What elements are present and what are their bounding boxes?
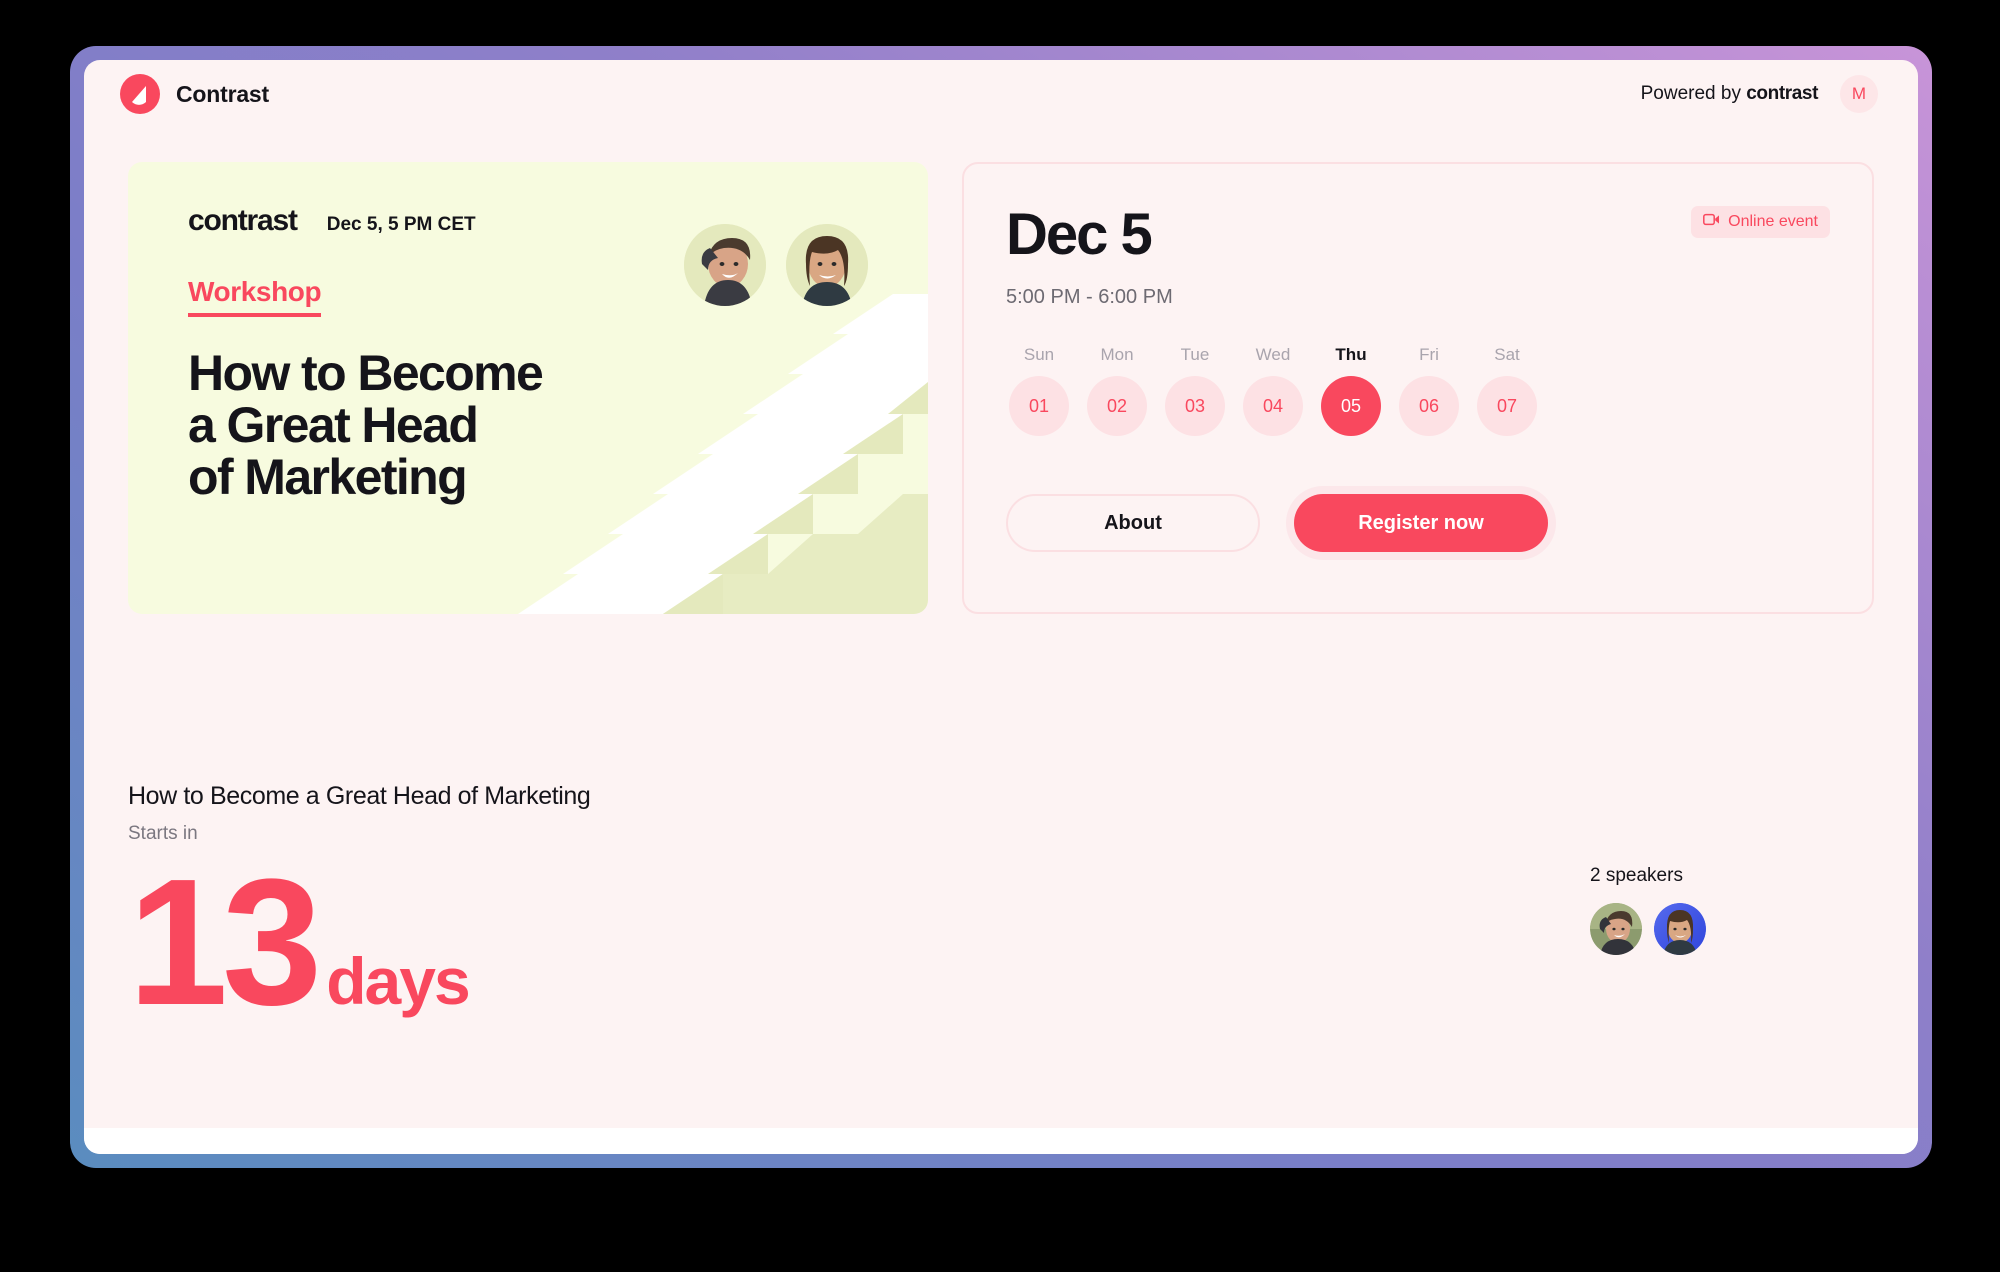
bottom-strip — [84, 1128, 1918, 1154]
status-badge-label: Online event — [1728, 213, 1818, 230]
day-cell-wed[interactable]: Wed 04 — [1240, 345, 1306, 436]
day-number[interactable]: 03 — [1165, 376, 1225, 436]
video-camera-icon — [1703, 213, 1720, 231]
speakers-count-label: 2 speakers — [1590, 865, 1683, 886]
day-number[interactable]: 06 — [1399, 376, 1459, 436]
speakers-block: 2 speakers — [1590, 865, 1706, 955]
powered-by-prefix: Powered by — [1640, 83, 1741, 104]
powered-by: Powered by contrast — [1640, 83, 1819, 105]
day-number[interactable]: 01 — [1009, 376, 1069, 436]
promo-title: How to Become a Great Head of Marketing — [188, 345, 544, 505]
promo-category-tag: Workshop — [188, 276, 322, 317]
brand-block[interactable]: Contrast — [120, 74, 269, 114]
speaker-avatar-2[interactable] — [1654, 903, 1706, 955]
starts-in-label: Starts in — [128, 823, 198, 844]
status-badge: Online event — [1691, 206, 1830, 238]
day-name: Sun — [1023, 345, 1055, 364]
contrast-droplet-icon — [120, 74, 160, 114]
page-viewport: Contrast Powered by contrast M contrast … — [84, 60, 1918, 1154]
day-cell-sun[interactable]: Sun 01 — [1006, 345, 1072, 436]
about-button[interactable]: About — [1006, 494, 1260, 552]
day-picker[interactable]: Sun 01 Mon 02 Tue 03 Wed 04 Thu 05 Fri 0… — [1006, 345, 1830, 436]
powered-by-brand: contrast — [1746, 83, 1818, 104]
day-name: Wed — [1255, 345, 1291, 364]
countdown-section: How to Become a Great Head of Marketing … — [84, 614, 1918, 1033]
card-actions: About Register now — [1006, 486, 1830, 560]
event-detail-card: Dec 5 5:00 PM - 6:00 PM Online event Sun — [962, 162, 1874, 614]
user-avatar[interactable]: M — [1840, 75, 1878, 113]
day-cell-sat[interactable]: Sat 07 — [1474, 345, 1540, 436]
day-number[interactable]: 07 — [1477, 376, 1537, 436]
top-bar-right: Powered by contrast M — [1641, 75, 1878, 113]
day-name: Sat — [1494, 345, 1520, 364]
promo-logo-text: contrast — [188, 204, 298, 237]
event-time: 5:00 PM - 6:00 PM — [1006, 286, 1173, 308]
countdown-value: 13 — [128, 842, 322, 1043]
event-date: Dec 5 — [1006, 202, 1153, 267]
brand-name: Contrast — [176, 80, 269, 107]
register-button-halo: Register now — [1286, 486, 1556, 560]
day-cell-thu-selected[interactable]: Thu 05 — [1318, 345, 1384, 436]
speaker-2-face — [786, 224, 868, 306]
day-cell-mon[interactable]: Mon 02 — [1084, 345, 1150, 436]
event-title: How to Become a Great Head of Marketing — [128, 782, 591, 810]
countdown-unit: days — [326, 944, 470, 1018]
speaker-1-face — [684, 224, 766, 306]
day-name: Thu — [1335, 345, 1367, 364]
promo-contrast-logo: contrast — [188, 204, 298, 238]
promo-date: Dec 5, 5 PM CET — [326, 214, 476, 235]
day-cell-fri[interactable]: Fri 06 — [1396, 345, 1462, 436]
main-content: contrast Dec 5, 5 PM CET Workshop How to… — [84, 128, 1918, 614]
day-cell-tue[interactable]: Tue 03 — [1162, 345, 1228, 436]
speaker-avatar-1[interactable] — [1590, 903, 1642, 955]
day-name: Tue — [1180, 345, 1210, 364]
speaker-avatar-list — [1590, 903, 1706, 955]
day-number[interactable]: 04 — [1243, 376, 1303, 436]
day-name: Mon — [1100, 345, 1134, 364]
browser-frame: Contrast Powered by contrast M contrast … — [70, 46, 1932, 1168]
day-number[interactable]: 05 — [1321, 376, 1381, 436]
register-now-button[interactable]: Register now — [1294, 494, 1548, 552]
event-promo-card[interactable]: contrast Dec 5, 5 PM CET Workshop How to… — [128, 162, 928, 614]
day-name: Fri — [1419, 345, 1439, 364]
top-bar: Contrast Powered by contrast M — [84, 60, 1918, 128]
day-number[interactable]: 02 — [1087, 376, 1147, 436]
promo-speaker-faces — [684, 224, 868, 306]
